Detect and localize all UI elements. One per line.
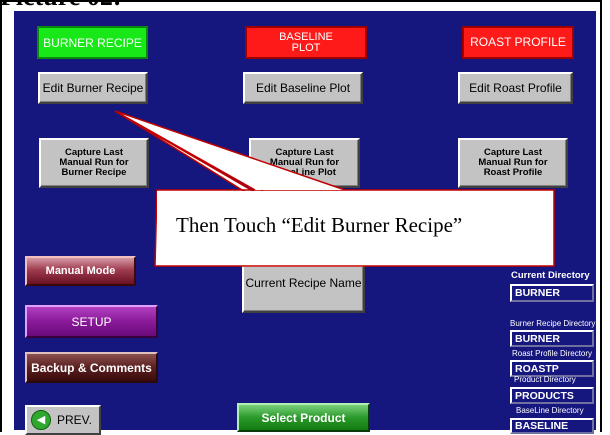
- callout-text: Then Touch “Edit Burner Recipe”: [176, 213, 463, 237]
